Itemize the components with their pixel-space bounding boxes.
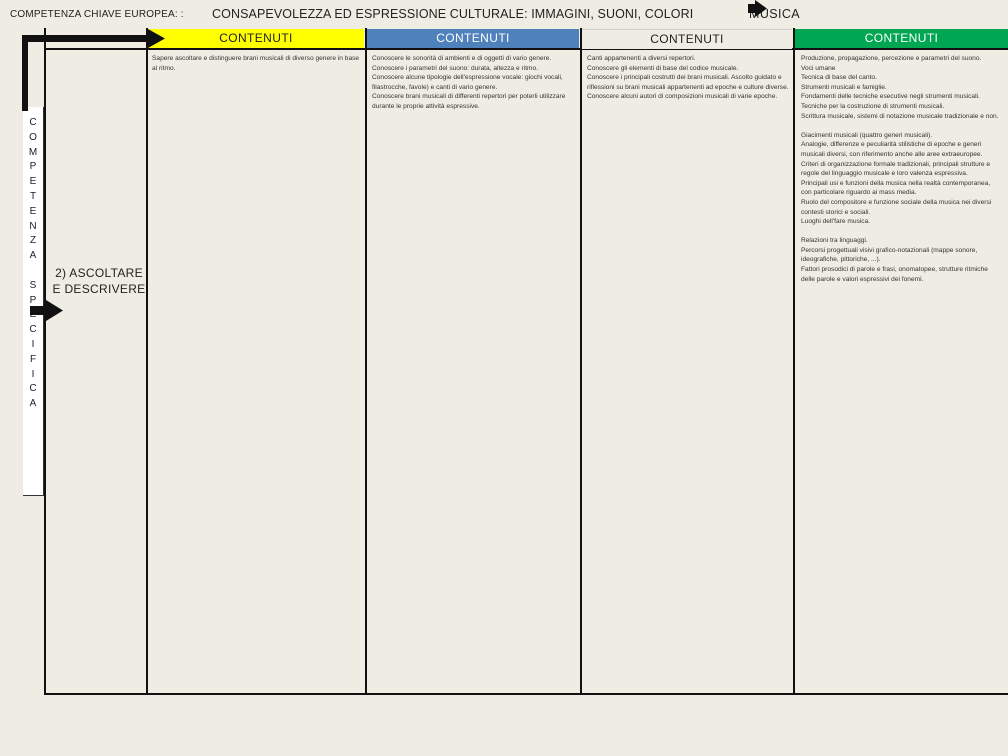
table-bottom-border (45, 693, 1008, 695)
arrows-layer (22, 0, 767, 321)
arrow-right-icon (22, 29, 165, 111)
arrow-right-icon (748, 0, 767, 17)
arrow-right-icon (30, 300, 63, 321)
